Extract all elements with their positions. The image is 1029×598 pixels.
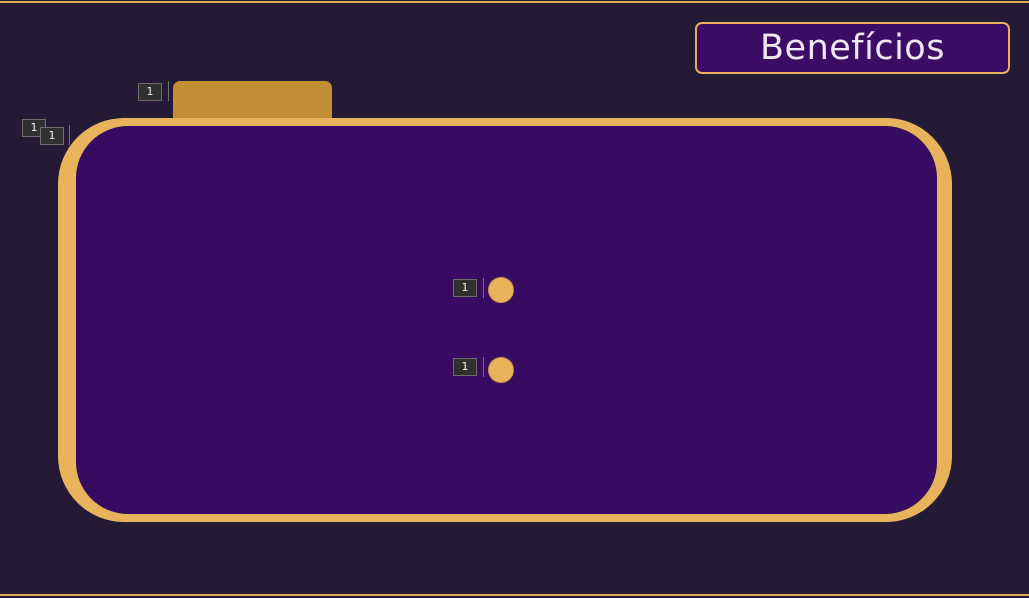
- lower-dot-badge: 1: [453, 358, 477, 376]
- benefits-card-frame: [58, 118, 952, 522]
- benefits-card-panel: [76, 126, 937, 514]
- tab-badge-tick: [168, 81, 169, 101]
- lower-dot-tick: [483, 357, 484, 377]
- corner-badge-front: 1: [40, 127, 64, 145]
- page-title: Benefícios: [760, 27, 945, 68]
- title-banner: Benefícios: [695, 22, 1010, 74]
- corner-badge-tick: [69, 125, 70, 145]
- bottom-border-line: [0, 594, 1029, 596]
- upper-dot-badge: 1: [453, 279, 477, 297]
- lower-dot-node[interactable]: [488, 357, 514, 383]
- folder-tab[interactable]: [173, 81, 332, 121]
- upper-dot-node[interactable]: [488, 277, 514, 303]
- upper-dot-tick: [483, 278, 484, 298]
- top-border-line: [0, 1, 1029, 3]
- tab-count-badge: 1: [138, 83, 162, 101]
